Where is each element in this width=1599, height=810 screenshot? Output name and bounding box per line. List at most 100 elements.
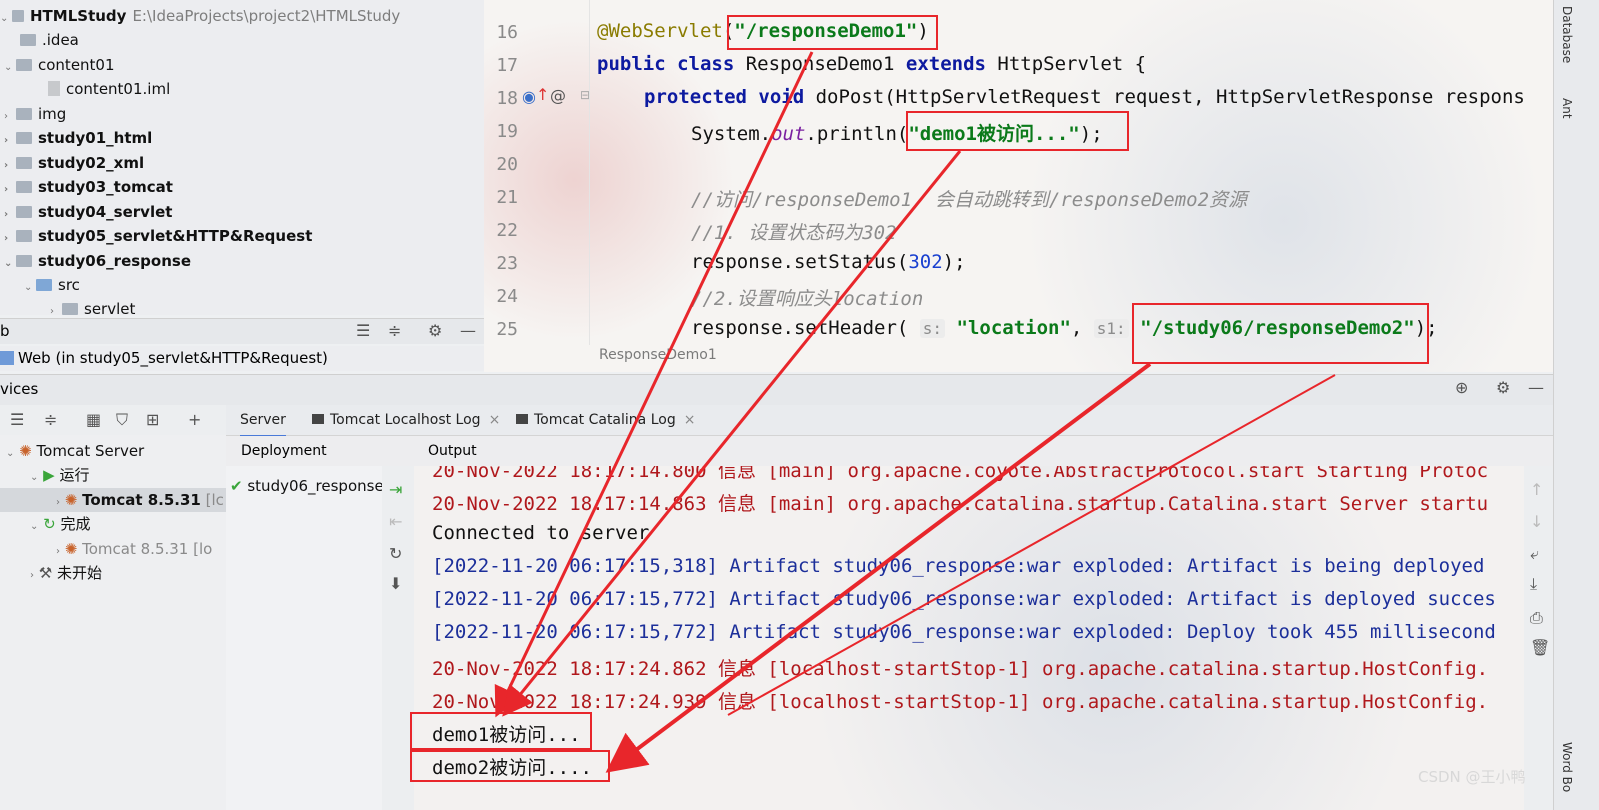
folder-icon [62,303,78,315]
gear-icon[interactable]: ⚙ [1496,378,1510,397]
tree-item-label: .idea [42,31,79,49]
tree-item-img[interactable]: › img [4,102,66,126]
wordbook-tool-tab[interactable]: Word Bo [1560,742,1574,792]
code-token: , [1070,317,1094,339]
tree-item-study02[interactable]: › study02_xml [4,151,144,175]
tree-item-tomcat-finished[interactable]: › ✺ Tomcat 8.5.31 [lo [56,537,212,561]
tree-item-study04[interactable]: › study04_servlet [4,200,172,224]
folder-icon [16,230,32,242]
panel-label: b [0,322,10,340]
close-icon[interactable]: × [489,412,501,428]
minimize-icon[interactable]: — [460,321,476,340]
tree-item-label: study01_html [38,129,153,147]
chevron-right-icon[interactable]: › [50,300,62,315]
editor-breadcrumb[interactable]: ResponseDemo1 [599,347,717,363]
expand-all-icon[interactable]: ☰ [356,321,370,340]
filter-icon[interactable]: ⛉ [116,410,128,430]
tab-server[interactable]: Server [240,405,286,438]
web-facet-row[interactable]: Web (in study05_servlet&HTTP&Request) [0,346,484,371]
arrow-up-icon[interactable]: ↑ [536,85,549,104]
tree-item-label: study05_servlet&HTTP&Request [38,227,313,245]
check-icon: ✔ [230,477,243,495]
console-actions: ↑ ↓ ⤶ ⤓ ⎙ 🗑 [1524,466,1553,810]
refresh-icon[interactable]: ↻ [389,544,402,563]
add-icon[interactable]: + [188,410,201,429]
arrow-down-icon[interactable]: ↓ [1530,512,1543,531]
chevron-right-icon[interactable]: › [30,570,34,581]
chevron-down-icon[interactable]: ⌄ [30,472,38,483]
chevron-right-icon[interactable]: › [56,497,60,508]
chevron-right-icon[interactable]: › [4,129,16,153]
soft-wrap-icon[interactable]: ⤶ [1530,544,1539,564]
tree-item-tomcat-running[interactable]: › ✺ Tomcat 8.5.31 [lc [0,488,226,512]
chevron-right-icon[interactable]: › [4,178,16,202]
output-header: Output [414,436,1553,466]
tomcat-icon: ✺ [64,540,78,558]
tree-item-study05[interactable]: › study05_servlet&HTTP&Request [4,224,312,248]
tree-item-study01[interactable]: › study01_html [4,126,152,150]
chevron-down-icon[interactable]: ⌄ [4,252,16,276]
annotation-at-icon[interactable]: @ [550,86,566,105]
tree-item-suffix: [lc [205,491,224,509]
arrow-up-icon[interactable]: ↑ [1530,480,1543,499]
tree-item-servlet[interactable]: › servlet [50,297,135,315]
chevron-down-icon[interactable]: ⌄ [30,521,38,532]
deployment-item[interactable]: ✔ study06_response [230,474,384,498]
tree-item-tomcat-server[interactable]: ⌄ ✺ Tomcat Server [6,439,144,463]
print-icon[interactable]: ⎙ [1530,608,1543,628]
highlight-box-demo1-print [906,111,1129,151]
tree-item-src[interactable]: ⌄ src [24,273,80,297]
tree-item-content01[interactable]: ⌄ content01 [4,53,115,77]
tree-item-label: content01.iml [66,80,171,98]
tree-item-not-started[interactable]: › ⚒ 未开始 [30,561,102,585]
new-tab-icon[interactable]: ⊞ [146,410,159,429]
services-tree: ⌄ ✺ Tomcat Server ⌄ ▶ 运行 › ✺ Tomcat 8.5.… [0,435,226,810]
minimize-icon[interactable]: — [1528,378,1544,397]
line-number: 24 [496,286,518,307]
gear-icon[interactable]: ⚙ [428,321,442,340]
ant-tool-tab[interactable]: Ant [1560,98,1574,119]
param-hint: s: [919,319,946,338]
tree-item-running[interactable]: ⌄ ▶ 运行 [30,463,90,487]
tab-catalina-log[interactable]: Tomcat Catalina Log × [516,405,695,435]
services-title: vices [0,380,39,398]
code-token: ); [942,251,966,273]
close-icon[interactable]: × [684,412,696,428]
code-token: System. [691,123,772,145]
collapse-all-icon[interactable]: ≑ [44,410,57,429]
tree-item-label: 运行 [59,466,90,484]
tree-item-label: servlet [84,300,136,315]
annotation-token: @WebServlet [597,20,723,42]
tree-item-idea[interactable]: .idea [20,28,79,52]
project-tree-panel: ⌄ HTMLStudy E:\IdeaProjects\project2\HTMLS… [0,0,484,315]
crosshair-icon[interactable]: ⊕ [1455,378,1468,397]
chevron-down-icon[interactable]: ⌄ [4,56,16,80]
tree-item-finished[interactable]: ⌄ ↻ 完成 [30,512,91,536]
undeploy-icon[interactable]: ⇤ [389,512,402,531]
chevron-down-icon[interactable]: ⌄ [24,276,36,300]
collapse-all-icon[interactable]: ≑ [388,321,401,340]
tomcat-icon: ✺ [19,442,32,460]
tree-item-study03[interactable]: › study03_tomcat [4,175,173,199]
line-number: 17 [496,55,518,76]
expand-all-icon[interactable]: ☰ [10,410,24,429]
deploy-icon[interactable]: ⇥ [389,480,402,499]
trash-icon[interactable]: 🗑 [1530,638,1550,657]
tree-item-content01-iml[interactable]: content01.iml [48,77,170,101]
keyword-token: protected [644,86,747,108]
tree-item-root[interactable]: ⌄ HTMLStudy E:\IdeaProjects\project2\HTMLS… [0,4,400,28]
download-icon[interactable]: ⬇ [389,574,402,593]
code-line-24: //2.设置响应头location [691,288,924,310]
fold-icon[interactable]: ⊟ [580,88,590,102]
tab-localhost-log[interactable]: Tomcat Localhost Log × [312,405,500,435]
group-icon[interactable]: ▦ [86,410,101,429]
database-tool-tab[interactable]: Database [1560,6,1574,63]
tree-item-study06[interactable]: ⌄ study06_response [4,249,191,273]
chevron-right-icon[interactable]: › [56,546,60,557]
chevron-down-icon[interactable]: ⌄ [0,7,12,31]
overrides-method-icon[interactable]: ◉ [522,87,536,106]
chevron-down-icon[interactable]: ⌄ [6,448,14,459]
log-line: [2022-11-20 06:17:15,318] Artifact study… [432,555,1485,577]
scroll-to-end-icon[interactable]: ⤓ [1530,574,1537,594]
chevron-right-icon[interactable]: › [4,227,16,251]
